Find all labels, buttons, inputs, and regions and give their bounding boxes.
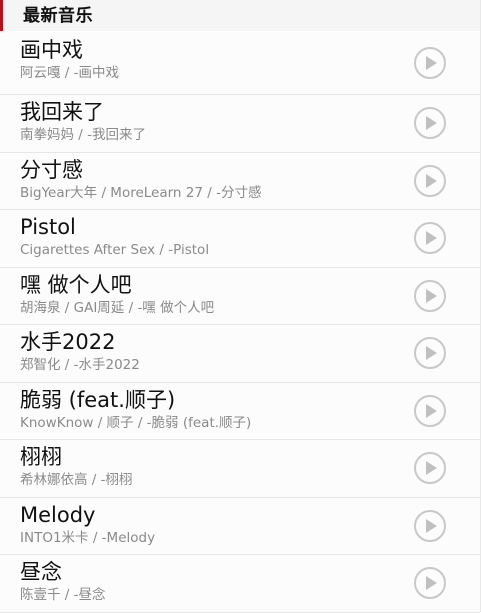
song-meta: Cigarettes After Sex / -Pistol bbox=[20, 242, 210, 258]
song-item[interactable]: 画中戏 阿云嘎 / -画中戏 bbox=[0, 31, 480, 95]
song-text: 分寸感 BigYear大年 / MoreLearn 27 / -分寸感 bbox=[20, 157, 408, 202]
play-icon bbox=[426, 346, 437, 361]
play-button[interactable] bbox=[414, 509, 446, 542]
play-button[interactable] bbox=[414, 164, 446, 197]
play-icon bbox=[426, 518, 437, 533]
song-item[interactable]: 水手2022 郑智化 / -水手2022 bbox=[0, 325, 480, 383]
song-title: 我回来了 bbox=[20, 100, 104, 124]
song-item[interactable]: 嘿 做个人吧 胡海泉 / GAI周延 / -嘿 做个人吧 bbox=[0, 268, 480, 325]
play-button[interactable] bbox=[414, 46, 446, 79]
song-text: 嘿 做个人吧 胡海泉 / GAI周延 / -嘿 做个人吧 bbox=[20, 272, 408, 317]
song-title: 昼念 bbox=[20, 560, 62, 584]
song-title: 嘿 做个人吧 bbox=[20, 272, 132, 297]
song-meta: 陈壹千 / -昼念 bbox=[20, 587, 106, 603]
play-icon bbox=[426, 231, 437, 246]
play-button[interactable] bbox=[414, 222, 446, 255]
song-text: 脆弱 (feat.顺子) KnowKnow / 顺子 / -脆弱 (feat.顺… bbox=[20, 387, 408, 432]
song-meta: INTO1米卡 / -Melody bbox=[20, 529, 156, 546]
song-item[interactable]: Pistol Cigarettes After Sex / -Pistol bbox=[0, 210, 480, 268]
song-text: 栩栩 希林娜依高 / -栩栩 bbox=[20, 444, 408, 489]
page: 最新音乐 画中戏 阿云嘎 / -画中戏 我回来了 南拳妈妈 / -我回来了 分寸… bbox=[0, 0, 481, 613]
play-button[interactable] bbox=[414, 394, 446, 427]
song-title: 分寸感 bbox=[20, 157, 83, 182]
song-meta: 胡海泉 / GAI周延 / -嘿 做个人吧 bbox=[20, 299, 215, 316]
song-text: Melody INTO1米卡 / -Melody bbox=[20, 502, 408, 547]
song-item[interactable]: 栩栩 希林娜依高 / -栩栩 bbox=[0, 440, 480, 498]
song-text: 水手2022 郑智化 / -水手2022 bbox=[20, 329, 408, 374]
play-button[interactable] bbox=[414, 107, 446, 140]
song-meta: KnowKnow / 顺子 / -脆弱 (feat.顺子) bbox=[20, 414, 252, 431]
song-title: 水手2022 bbox=[20, 330, 116, 354]
song-text: 我回来了 南拳妈妈 / -我回来了 bbox=[20, 99, 408, 144]
song-item[interactable]: 昼念 陈壹千 / -昼念 bbox=[0, 555, 480, 613]
song-meta: 郑智化 / -水手2022 bbox=[20, 357, 140, 373]
play-button[interactable] bbox=[414, 279, 446, 312]
song-text: 画中戏 阿云嘎 / -画中戏 bbox=[20, 37, 408, 82]
play-icon bbox=[426, 461, 437, 476]
song-meta: 南拳妈妈 / -我回来了 bbox=[20, 127, 147, 143]
play-icon bbox=[426, 116, 437, 131]
song-item[interactable]: 我回来了 南拳妈妈 / -我回来了 bbox=[0, 95, 480, 153]
song-meta: 阿云嘎 / -画中戏 bbox=[20, 65, 120, 81]
song-item[interactable]: Melody INTO1米卡 / -Melody bbox=[0, 498, 480, 555]
song-meta: BigYear大年 / MoreLearn 27 / -分寸感 bbox=[20, 184, 262, 201]
song-title: 脆弱 (feat.顺子) bbox=[20, 387, 176, 412]
play-icon bbox=[426, 55, 437, 70]
section-header: 最新音乐 bbox=[0, 0, 480, 31]
song-item[interactable]: 脆弱 (feat.顺子) KnowKnow / 顺子 / -脆弱 (feat.顺… bbox=[0, 383, 480, 440]
play-icon bbox=[426, 173, 437, 188]
song-title: Melody bbox=[20, 502, 96, 527]
play-button[interactable] bbox=[414, 337, 446, 370]
song-item[interactable]: 分寸感 BigYear大年 / MoreLearn 27 / -分寸感 bbox=[0, 153, 480, 210]
song-text: 昼念 陈壹千 / -昼念 bbox=[20, 559, 408, 604]
song-meta: 希林娜依高 / -栩栩 bbox=[20, 472, 133, 488]
play-button[interactable] bbox=[414, 567, 446, 600]
song-title: 画中戏 bbox=[20, 38, 83, 62]
song-list: 画中戏 阿云嘎 / -画中戏 我回来了 南拳妈妈 / -我回来了 分寸感 Big… bbox=[0, 31, 480, 613]
play-icon bbox=[426, 288, 437, 303]
section-title: 最新音乐 bbox=[23, 6, 93, 26]
play-icon bbox=[426, 403, 437, 418]
play-icon bbox=[426, 576, 437, 591]
song-title: Pistol bbox=[20, 215, 76, 239]
song-title: 栩栩 bbox=[20, 445, 62, 469]
play-button[interactable] bbox=[414, 452, 446, 485]
song-text: Pistol Cigarettes After Sex / -Pistol bbox=[20, 214, 408, 259]
